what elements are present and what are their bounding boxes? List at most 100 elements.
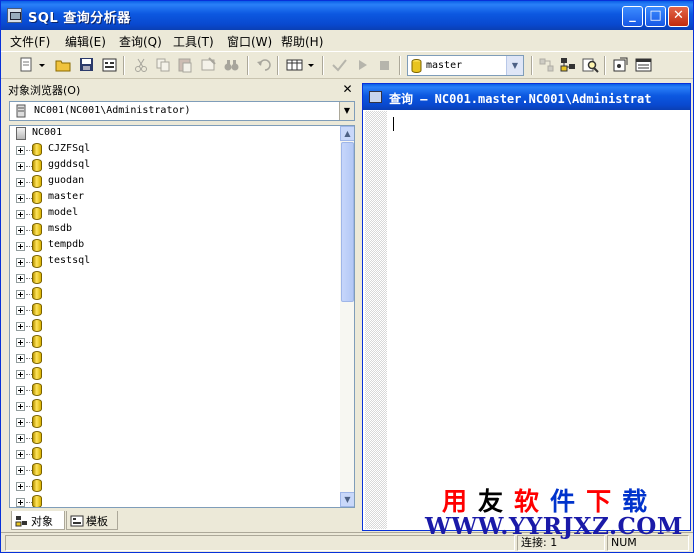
expand-plus-icon[interactable]	[16, 178, 25, 187]
tree-database-node[interactable]: CJZFSql	[10, 142, 330, 158]
new-query-icon[interactable]	[17, 56, 36, 74]
tree-database-node-unlabeled[interactable]	[10, 446, 330, 462]
tree-database-node-unlabeled[interactable]	[10, 366, 330, 382]
expand-plus-icon[interactable]	[16, 482, 25, 491]
menu-edit[interactable]: 编辑(E)	[65, 33, 106, 50]
menu-window[interactable]: 窗口(W)	[227, 33, 272, 50]
chevron-down-icon[interactable]: ▼	[506, 56, 523, 75]
expand-plus-icon[interactable]	[16, 242, 25, 251]
menu-file[interactable]: 文件(F)	[10, 33, 50, 50]
query-window-icon[interactable]	[369, 91, 382, 103]
open-folder-icon[interactable]	[54, 56, 73, 74]
tree-database-node-unlabeled[interactable]	[10, 414, 330, 430]
database-icon	[32, 415, 42, 428]
paste-icon[interactable]	[176, 56, 195, 74]
expand-plus-icon[interactable]	[16, 434, 25, 443]
expand-plus-icon[interactable]	[16, 146, 25, 155]
new-dropdown-arrow-icon[interactable]	[38, 56, 46, 74]
tab-objects[interactable]: 对象	[11, 511, 65, 530]
tab-templates[interactable]: 模板	[66, 511, 118, 530]
tree-database-node[interactable]: master	[10, 190, 330, 206]
expand-plus-icon[interactable]	[16, 226, 25, 235]
expand-plus-icon[interactable]	[16, 450, 25, 459]
expand-plus-icon[interactable]	[16, 386, 25, 395]
object-search-icon[interactable]	[581, 56, 600, 74]
app-icon[interactable]	[7, 8, 22, 23]
expand-plus-icon[interactable]	[16, 194, 25, 203]
expand-plus-icon[interactable]	[16, 498, 25, 507]
expand-plus-icon[interactable]	[16, 162, 25, 171]
database-icon	[32, 399, 42, 412]
query-analyzer-window: SQL 查询分析器 _ □ ✕ 文件(F) 编辑(E) 查询(Q) 工具(T) …	[0, 0, 694, 553]
menu-query[interactable]: 查询(Q)	[119, 33, 162, 50]
menu-tools[interactable]: 工具(T)	[173, 33, 214, 50]
show-results-pane-icon[interactable]	[634, 56, 653, 74]
tree-database-node-unlabeled[interactable]	[10, 462, 330, 478]
scroll-down-icon[interactable]: ▼	[340, 492, 354, 507]
tree-scrollbar[interactable]: ▲ ▼	[340, 126, 354, 507]
tree-database-node-unlabeled[interactable]	[10, 478, 330, 494]
find-binoculars-icon[interactable]	[222, 56, 241, 74]
title-bar[interactable]: SQL 查询分析器 _ □ ✕	[1, 1, 693, 30]
cut-icon[interactable]	[132, 56, 151, 74]
tree-database-node-unlabeled[interactable]	[10, 334, 330, 350]
current-connection-properties-icon[interactable]	[611, 56, 630, 74]
tree-database-node[interactable]: testsql	[10, 254, 330, 270]
tree-database-node-unlabeled[interactable]	[10, 350, 330, 366]
expand-plus-icon[interactable]	[16, 418, 25, 427]
undo-icon[interactable]	[255, 56, 274, 74]
query-window-title-bar[interactable]: 查询 — NC001.master.NC001\Administrat	[363, 84, 690, 110]
expand-plus-icon[interactable]	[16, 370, 25, 379]
expand-plus-icon[interactable]	[16, 210, 25, 219]
maximize-button[interactable]: □	[645, 6, 666, 27]
expand-plus-icon[interactable]	[16, 290, 25, 299]
tree-database-node[interactable]: guodan	[10, 174, 330, 190]
tree-database-node-unlabeled[interactable]	[10, 494, 330, 507]
copy-icon[interactable]	[154, 56, 173, 74]
server-select[interactable]: NC001(NC001\Administrator) ▼	[9, 101, 355, 121]
minimize-button[interactable]: _	[622, 6, 643, 27]
save-icon[interactable]	[77, 56, 96, 74]
object-browser-icon[interactable]	[559, 56, 578, 74]
execute-play-icon[interactable]	[353, 56, 372, 74]
tree-database-node-unlabeled[interactable]	[10, 270, 330, 286]
tree-database-node[interactable]: model	[10, 206, 330, 222]
chevron-down-icon[interactable]: ▼	[339, 102, 354, 120]
query-window-title: 查询 — NC001.master.NC001\Administrat	[389, 92, 652, 106]
query-editor-area[interactable]	[387, 111, 690, 529]
results-grid-icon[interactable]	[285, 56, 304, 74]
expand-plus-icon[interactable]	[16, 338, 25, 347]
tree-database-node-unlabeled[interactable]	[10, 302, 330, 318]
expand-plus-icon[interactable]	[16, 274, 25, 283]
clear-window-icon[interactable]	[199, 56, 218, 74]
scroll-up-icon[interactable]: ▲	[340, 126, 354, 141]
stop-icon[interactable]	[375, 56, 394, 74]
close-button[interactable]: ✕	[668, 6, 689, 27]
load-script-icon[interactable]	[100, 56, 119, 74]
object-browser-pane: 对象浏览器(O) ✕ NC001(NC001\Administrator) ▼ …	[5, 79, 355, 531]
tree-database-node[interactable]: tempdb	[10, 238, 330, 254]
tree-server-node[interactable]: NC001	[10, 126, 330, 142]
scrollbar-thumb[interactable]	[341, 142, 354, 302]
results-dropdown-arrow-icon[interactable]	[307, 56, 315, 74]
menu-help[interactable]: 帮助(H)	[281, 33, 323, 50]
tree-database-node-unlabeled[interactable]	[10, 286, 330, 302]
tree-database-node-unlabeled[interactable]	[10, 382, 330, 398]
pane-close-icon[interactable]: ✕	[341, 83, 354, 96]
execution-plan-icon[interactable]	[537, 56, 556, 74]
tree-database-node-unlabeled[interactable]	[10, 398, 330, 414]
expand-plus-icon[interactable]	[16, 466, 25, 475]
tree-database-node-unlabeled[interactable]	[10, 430, 330, 446]
expand-plus-icon[interactable]	[16, 402, 25, 411]
tree-database-node[interactable]: ggddsql	[10, 158, 330, 174]
tree-database-node[interactable]: msdb	[10, 222, 330, 238]
parse-checkmark-icon[interactable]	[330, 56, 349, 74]
tree-database-node-unlabeled[interactable]	[10, 318, 330, 334]
expand-plus-icon[interactable]	[16, 306, 25, 315]
expand-plus-icon[interactable]	[16, 354, 25, 363]
expand-plus-icon[interactable]	[16, 322, 25, 331]
tree-node-label: ggddsql	[48, 159, 91, 170]
text-caret	[393, 117, 394, 131]
expand-plus-icon[interactable]	[16, 258, 25, 267]
database-select[interactable]: master ▼	[407, 55, 524, 76]
